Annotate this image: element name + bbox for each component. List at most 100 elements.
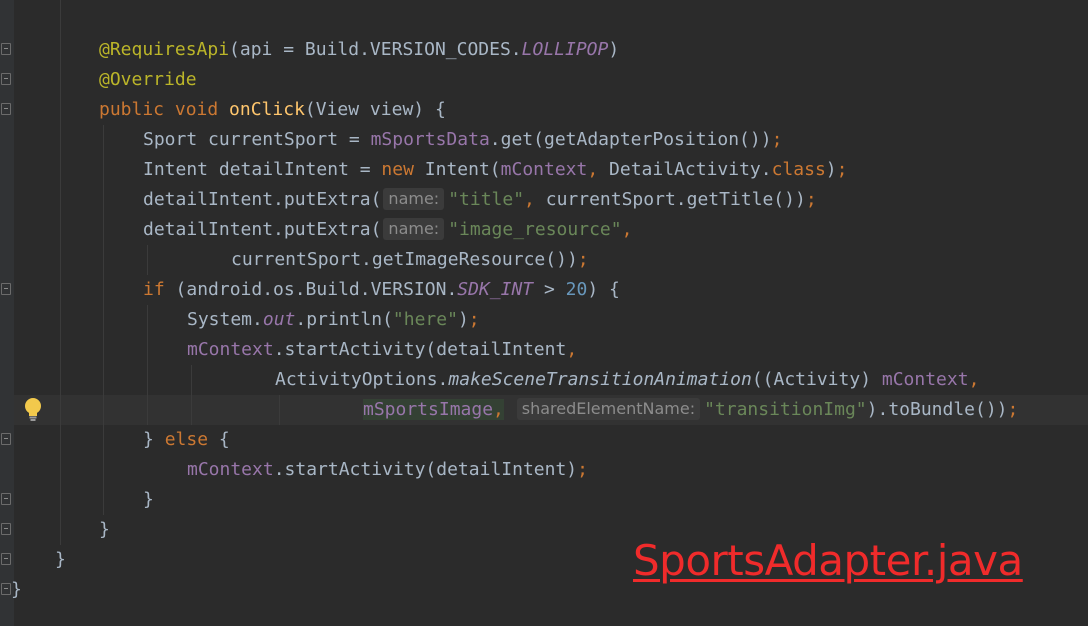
code-token: currentSport.getTitle()) [545, 189, 806, 210]
code-line[interactable]: } else { [143, 425, 230, 455]
code-token: class [771, 159, 826, 180]
lightbulb-icon[interactable] [22, 396, 44, 422]
code-token: } [99, 519, 110, 540]
code-line[interactable]: @Override [99, 65, 197, 95]
code-token: ; [805, 189, 817, 210]
code-token: "image_resource" [448, 219, 622, 240]
indent-guide [191, 365, 192, 425]
code-token: mSportsImage [363, 399, 494, 420]
code-token: @Override [99, 69, 197, 90]
code-line[interactable]: public void onClick(View view) { [99, 95, 446, 125]
code-token: ) { [587, 279, 620, 300]
code-token: } [143, 489, 154, 510]
fold-marker-icon[interactable] [1, 433, 11, 445]
code-token: detailIntent.putExtra( [143, 219, 382, 240]
parameter-hint: name: [383, 218, 445, 240]
code-token: @RequiresApi [99, 39, 230, 60]
code-line[interactable]: } [99, 515, 110, 545]
fold-marker-icon[interactable] [1, 583, 11, 595]
code-token: } [143, 429, 165, 450]
code-line[interactable]: System.out.println("here"); [187, 305, 480, 335]
code-token: ActivityOptions. [275, 369, 449, 390]
fold-marker-icon[interactable] [1, 103, 11, 115]
code-token: Intent detailIntent = [143, 159, 382, 180]
code-token: { [218, 429, 230, 450]
fold-marker-icon[interactable] [1, 43, 11, 55]
code-token: , [968, 369, 980, 390]
code-token: "here" [392, 309, 458, 330]
code-token: .get(getAdapterPosition()) [489, 129, 772, 150]
code-line[interactable]: @RequiresApi(api = Build.VERSION_CODES.L… [99, 35, 619, 65]
code-token: , [493, 399, 504, 420]
code-token: (View view) { [304, 99, 446, 120]
code-token: > [533, 279, 566, 300]
code-line[interactable]: if (android.os.Build.VERSION.SDK_INT > 2… [143, 275, 620, 305]
code-line[interactable]: Intent detailIntent = new Intent(mContex… [143, 155, 847, 185]
code-token: } [55, 549, 66, 570]
code-token: .startActivity(detailIntent [273, 339, 567, 360]
code-token: onClick [229, 99, 305, 120]
code-line[interactable]: Sport currentSport = mSportsData.get(get… [143, 125, 782, 155]
code-token: (android.os.Build.VERSION. [175, 279, 458, 300]
code-token: ) [457, 309, 469, 330]
code-token: Intent( [424, 159, 501, 180]
code-token: public [99, 99, 175, 120]
code-line[interactable]: ActivityOptions.makeSceneTransitionAnima… [275, 365, 979, 395]
code-token: 20 [565, 279, 588, 300]
code-token: SDK_INT [457, 279, 534, 300]
code-token: makeSceneTransitionAnimation [448, 369, 752, 390]
code-token: ; [836, 159, 848, 180]
code-token: ).toBundle()) [866, 399, 1008, 420]
code-token: mContext [187, 459, 274, 480]
code-token: mSportsData [370, 129, 490, 150]
code-line[interactable]: mContext.startActivity(detailIntent); [187, 455, 588, 485]
code-token: , [524, 189, 546, 210]
indent-guide [147, 245, 148, 275]
code-token: detailIntent.putExtra( [143, 189, 382, 210]
code-token: mContext [500, 159, 588, 180]
code-line[interactable]: } [11, 575, 22, 605]
file-name-watermark: SportsAdapter.java [633, 536, 1023, 585]
code-token: ; [1007, 399, 1019, 420]
code-line[interactable]: } [55, 545, 66, 575]
code-token: } [11, 579, 22, 600]
code-line[interactable]: detailIntent.putExtra(name: "image_resour… [143, 215, 632, 245]
indent-guide [103, 125, 104, 515]
code-token: , [587, 159, 610, 180]
code-token: ; [577, 249, 589, 270]
code-token: currentSport.getImageResource()) [231, 249, 578, 270]
code-line[interactable]: } [143, 485, 154, 515]
code-token: ) [825, 159, 837, 180]
fold-marker-icon[interactable] [1, 523, 11, 535]
code-token: new [381, 159, 425, 180]
code-token: ) [608, 39, 620, 60]
code-token: "transitionImg" [704, 399, 867, 420]
fold-marker-icon[interactable] [1, 493, 11, 505]
code-token: mContext [881, 369, 969, 390]
code-token: if [143, 279, 176, 300]
code-line[interactable]: mContext.startActivity(detailIntent, [187, 335, 577, 365]
code-token: , [566, 339, 578, 360]
code-token: ; [771, 129, 783, 150]
code-token: (api = Build.VERSION_CODES. [229, 39, 522, 60]
code-token: , [621, 219, 633, 240]
indent-guide [147, 305, 148, 425]
code-line[interactable]: currentSport.getImageResource()); [231, 245, 589, 275]
fold-marker-icon[interactable] [1, 283, 11, 295]
code-token: LOLLIPOP [521, 39, 609, 60]
code-line[interactable]: detailIntent.putExtra(name: "title", curr… [143, 185, 817, 215]
code-token: System. [187, 309, 263, 330]
code-token: ((Activity) [751, 369, 882, 390]
code-token: out [262, 309, 296, 330]
indent-guide [60, 0, 61, 545]
code-token: Sport currentSport = [143, 129, 371, 150]
code-token: ; [577, 459, 588, 480]
parameter-hint: sharedElementName: [516, 398, 701, 420]
code-line[interactable]: mSportsImage, sharedElementName: "transit… [363, 395, 1018, 425]
indent-guide [279, 395, 280, 425]
fold-marker-icon[interactable] [1, 553, 11, 565]
fold-marker-icon[interactable] [1, 73, 11, 85]
code-token: ; [468, 309, 480, 330]
code-token: else [164, 429, 219, 450]
